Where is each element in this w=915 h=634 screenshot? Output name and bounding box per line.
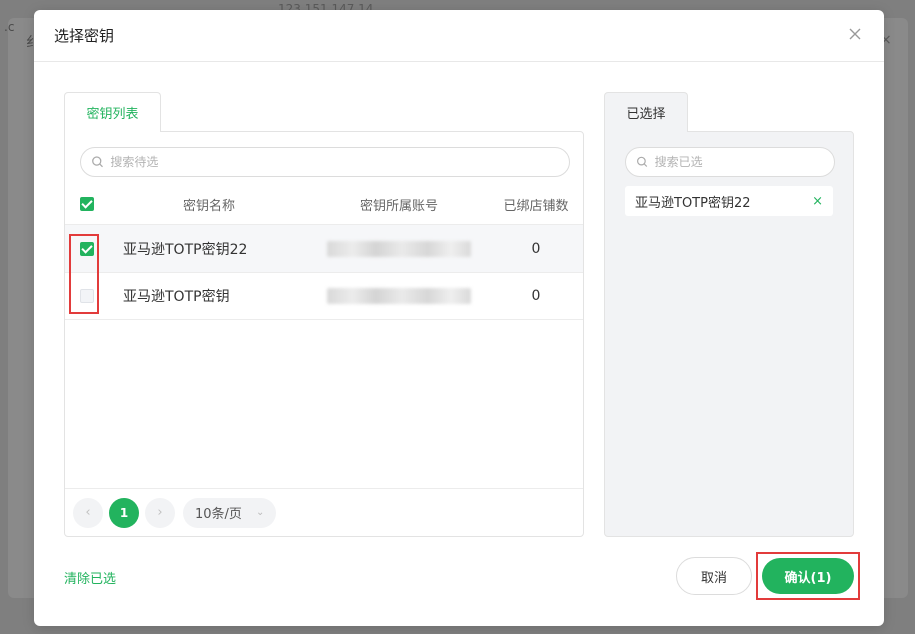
chevron-left-icon: ‹: [85, 505, 91, 520]
selected-item-name: 亚马逊TOTP密钥22: [635, 195, 751, 211]
clear-selected-link[interactable]: 清除已选: [64, 568, 116, 587]
column-key-name: 密钥名称: [182, 198, 235, 214]
selected-panel: 已选择 亚马逊TOTP密钥22 ×: [604, 92, 854, 537]
table-header: 密钥名称 密钥所属账号 已绑店铺数: [65, 184, 583, 224]
table-row[interactable]: 亚马逊TOTP密钥 0: [65, 272, 583, 320]
selected-item: 亚马逊TOTP密钥22 ×: [625, 186, 833, 216]
cancel-button[interactable]: 取消: [676, 557, 752, 595]
search-icon: [637, 156, 648, 167]
tab-key-list[interactable]: 密钥列表: [64, 92, 161, 132]
search-input[interactable]: [654, 155, 824, 169]
selected-box: 亚马逊TOTP密钥22 ×: [604, 131, 854, 537]
search-icon: [92, 156, 103, 168]
row-checkbox[interactable]: [80, 241, 94, 256]
remove-icon[interactable]: ×: [812, 194, 823, 209]
page-size-value: 10条/页: [195, 507, 242, 522]
row-checkbox[interactable]: [80, 289, 94, 303]
page-1-button[interactable]: 1: [109, 497, 139, 528]
row-key-name: 亚马逊TOTP密钥: [123, 289, 230, 305]
table-row[interactable]: 亚马逊TOTP密钥22 0: [65, 224, 583, 272]
page-size-select[interactable]: 10条/页 ⌄: [183, 497, 277, 528]
close-icon[interactable]: [846, 27, 864, 45]
pagination: ‹ 1 › 10条/页 ⌄: [65, 488, 583, 536]
selected-search[interactable]: [625, 147, 835, 177]
key-list-panel: 密钥列表 密钥名称 密钥所属账号 已绑店铺数 亚马逊TOTP密钥22 0 亚马逊…: [64, 92, 584, 537]
row-key-name: 亚马逊TOTP密钥22: [123, 241, 248, 258]
row-store-count: 0: [531, 288, 541, 304]
column-key-account: 密钥所属账号: [359, 198, 438, 214]
next-page-button[interactable]: ›: [145, 497, 175, 528]
confirm-button[interactable]: 确认(1): [762, 558, 854, 594]
dialog-header: 选择密钥: [34, 10, 884, 62]
chevron-down-icon: ⌄: [255, 507, 265, 518]
column-bound-store-count: 已绑店铺数: [503, 198, 569, 214]
key-list-search[interactable]: [80, 147, 570, 177]
background-left-text: .c: [4, 20, 15, 34]
search-input[interactable]: [110, 155, 559, 169]
key-list-box: 密钥名称 密钥所属账号 已绑店铺数 亚马逊TOTP密钥22 0 亚马逊TOTP密…: [64, 131, 584, 537]
dialog-title: 选择密钥: [54, 27, 115, 45]
blurred-account: [327, 240, 471, 257]
row-store-count: 0: [531, 240, 541, 257]
chevron-right-icon: ›: [157, 505, 163, 520]
select-all-checkbox[interactable]: [80, 197, 94, 211]
tab-selected[interactable]: 已选择: [604, 92, 688, 132]
blurred-account: [327, 288, 471, 304]
prev-page-button[interactable]: ‹: [73, 497, 103, 528]
select-key-dialog: 选择密钥 密钥列表 密钥名称 密钥所属账号 已绑店铺数 亚马逊TOTP密钥22 …: [34, 10, 884, 626]
